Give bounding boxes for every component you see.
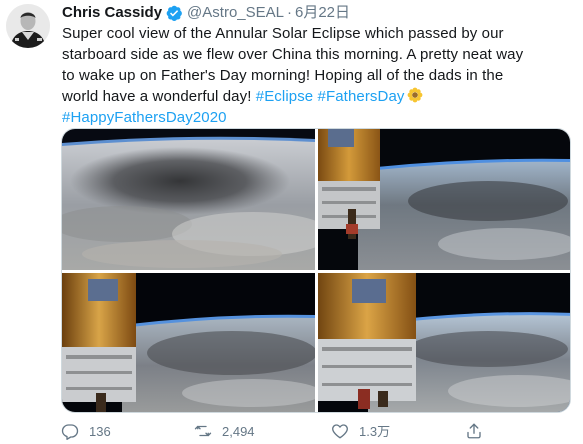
tweet-text-line: #HappyFathersDay2020 <box>62 107 562 128</box>
like-count: 1.3万 <box>359 424 391 439</box>
heart-icon <box>331 422 349 443</box>
photo-eclipse-shadow-earth[interactable] <box>62 129 315 270</box>
reply-button[interactable]: 136 <box>61 422 111 442</box>
avatar[interactable] <box>6 4 50 48</box>
hashtag-fathersday[interactable]: #FathersDay <box>318 88 405 105</box>
separator-dot: · <box>286 4 292 21</box>
tweet-text-fragment: world have a wonderful day! <box>62 88 256 105</box>
tweet-date[interactable]: 6月22日 <box>295 3 350 23</box>
tweet-text-line: Super cool view of the Annular Solar Ecl… <box>62 25 504 42</box>
media-grid <box>61 128 571 413</box>
photo-spacecraft-earth-2[interactable] <box>62 273 315 412</box>
photo-spacecraft-earth-1[interactable] <box>318 129 570 270</box>
author-handle[interactable]: @Astro_SEAL <box>187 3 284 23</box>
photo-spacecraft-earth-3[interactable] <box>318 273 570 412</box>
retweet-count: 2,494 <box>222 424 255 439</box>
hashtag-happyfathersday2020[interactable]: #HappyFathersDay2020 <box>62 109 227 126</box>
like-button[interactable]: 1.3万 <box>331 422 390 442</box>
share-icon <box>465 422 483 443</box>
reply-count: 136 <box>89 424 111 439</box>
share-button[interactable] <box>465 422 483 442</box>
hashtag-eclipse[interactable]: #Eclipse <box>256 88 314 105</box>
tweet-header: Chris Cassidy @Astro_SEAL · 6月22日 <box>62 3 350 23</box>
reply-icon <box>61 422 79 443</box>
tweet-text: Super cool view of the Annular Solar Ecl… <box>62 23 562 128</box>
retweet-icon <box>194 422 212 443</box>
tweet-actions: 136 2,494 1.3万 <box>61 422 561 442</box>
retweet-button[interactable]: 2,494 <box>194 422 255 442</box>
tweet-text-line: starboard side as we flew over China thi… <box>62 46 524 63</box>
sunflower-emoji-icon <box>407 87 423 103</box>
verified-badge-icon <box>165 4 183 22</box>
tweet-text-line: to wake up on Father's Day morning! Hopi… <box>62 67 504 84</box>
author-name[interactable]: Chris Cassidy <box>62 3 162 23</box>
tweet-text-line-with-hashtags: world have a wonderful day! #Eclipse #Fa… <box>62 86 562 107</box>
